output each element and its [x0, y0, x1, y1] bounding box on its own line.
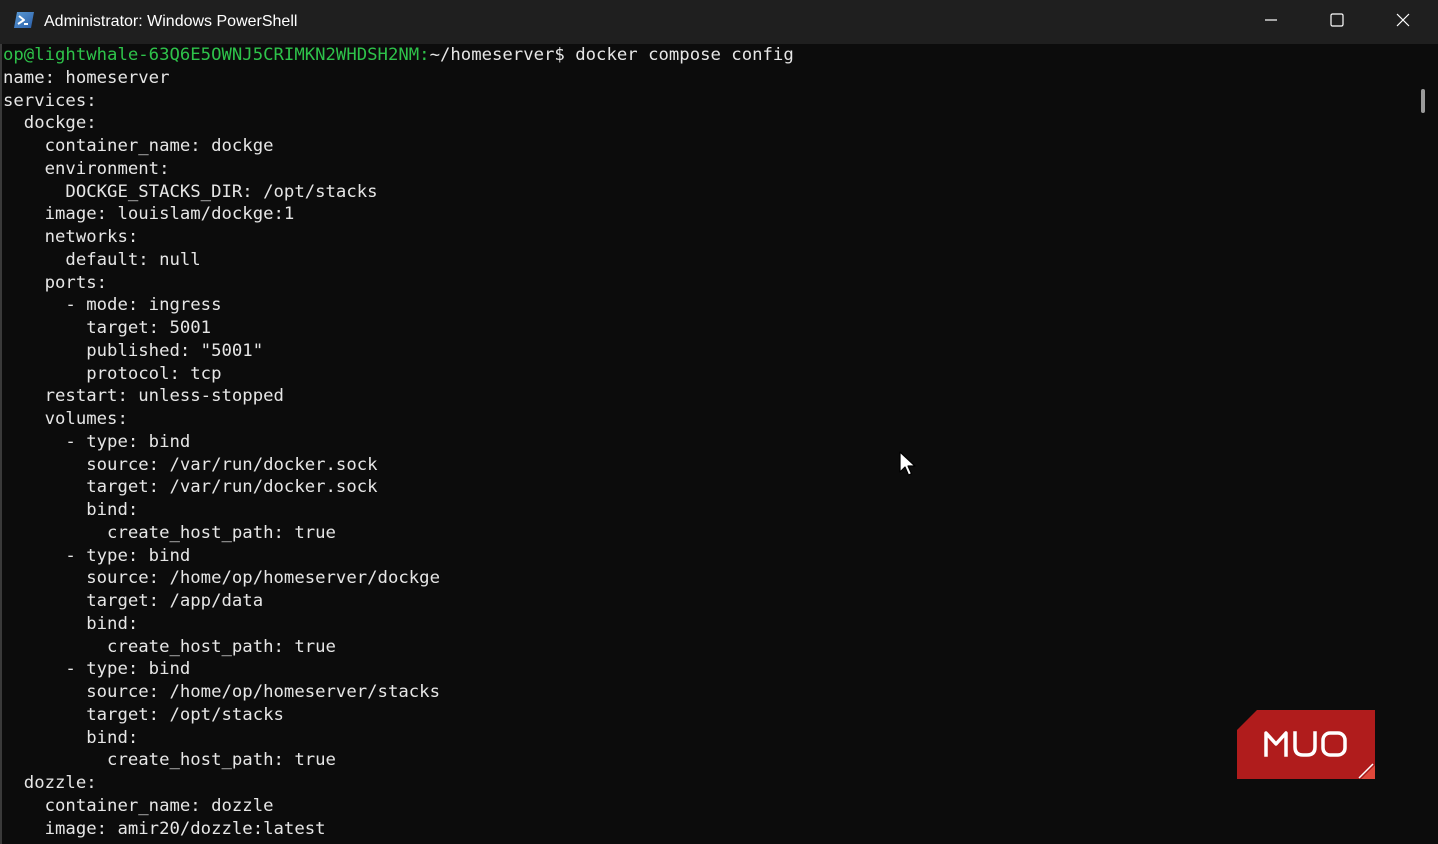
scrollbar-thumb[interactable] [1421, 89, 1425, 113]
minimize-icon [1264, 13, 1278, 32]
output-line: - type: bind [3, 431, 191, 452]
prompt-path: ~/homeserver$ [429, 45, 565, 65]
output-line: image: louislam/dockge:1 [3, 204, 295, 225]
output-line: - mode: ingress [3, 295, 222, 316]
output-line: target: 5001 [3, 318, 212, 338]
output-line: restart: unless-stopped [3, 386, 284, 407]
output-line: source: /home/op/homeserver/dockge [3, 568, 440, 589]
prompt-user-host: op@lightwhale-63Q6E5OWNJ5CRIMKN2WHDSH2NM… [3, 45, 430, 65]
output-line: container_name: dozzle [3, 795, 274, 816]
output-line: bind: [3, 727, 139, 748]
minimize-button[interactable] [1238, 0, 1304, 44]
output-line: target: /var/run/docker.sock [3, 477, 378, 498]
maximize-button[interactable] [1304, 0, 1370, 44]
output-line: create_host_path: true [3, 636, 336, 657]
prompt-command: docker compose config [564, 45, 794, 65]
output-line: target: /app/data [3, 591, 264, 611]
output-line: bind: [3, 500, 139, 520]
output-line: protocol: tcp [3, 363, 222, 384]
output-line: - type: bind [3, 545, 191, 566]
mouse-pointer-icon [898, 450, 918, 478]
output-line: create_host_path: true [3, 750, 336, 771]
output-line: dockge: [3, 113, 97, 134]
prompt-line: op@lightwhale-63Q6E5OWNJ5CRIMKN2WHDSH2NM… [3, 44, 794, 67]
output-line: networks: [3, 227, 139, 247]
close-icon [1396, 13, 1410, 32]
muo-logo [1237, 710, 1375, 779]
output-line: ports: [3, 272, 108, 293]
maximize-icon [1330, 12, 1344, 32]
output-line: container_name: dockge [3, 136, 274, 156]
window-title: Administrator: Windows PowerShell [44, 13, 298, 30]
output-line: name: homeserver [3, 67, 170, 88]
output-line: DOCKGE_STACKS_DIR: /opt/stacks [3, 181, 378, 202]
output-line: dozzle: [3, 773, 97, 793]
output-line: image: amir20/dozzle:latest [3, 818, 326, 839]
output-line: bind: [3, 613, 139, 634]
output-line: - type: bind [3, 659, 191, 680]
output-line: source: /home/op/homeserver/stacks [3, 682, 440, 702]
title-bar[interactable]: Administrator: Windows PowerShell [0, 0, 1438, 44]
output-line: default: null [3, 249, 201, 270]
terminal-output[interactable]: op@lightwhale-63Q6E5OWNJ5CRIMKN2WHDSH2NM… [0, 44, 1410, 844]
output-line: target: /opt/stacks [3, 704, 284, 725]
output-line: published: "5001" [3, 340, 264, 361]
output-line: source: /var/run/docker.sock [3, 454, 378, 475]
output-line: services: [3, 90, 97, 111]
vertical-scrollbar[interactable] [1412, 44, 1438, 844]
powershell-icon [13, 11, 35, 29]
close-button[interactable] [1370, 0, 1436, 44]
output-line: volumes: [3, 409, 128, 429]
powershell-window: Administrator: Windows PowerShell op@lig… [0, 0, 1438, 844]
output-line: environment: [3, 158, 170, 179]
output-line: create_host_path: true [3, 522, 336, 543]
